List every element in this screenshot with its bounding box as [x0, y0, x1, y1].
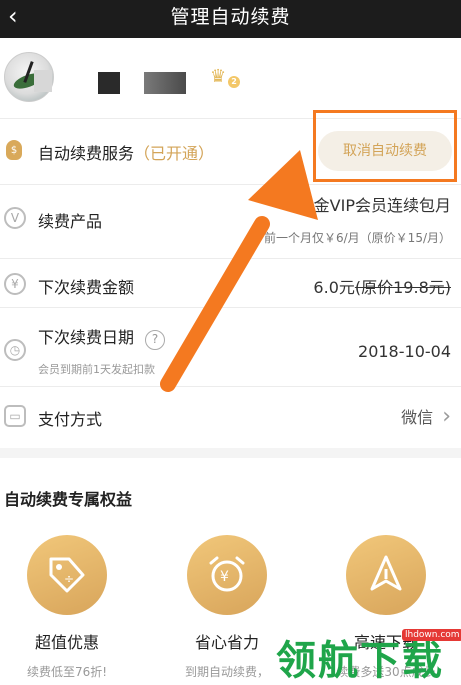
vip-icon: V	[4, 207, 26, 229]
vip-level-badge: 2	[228, 76, 240, 88]
section-gap	[0, 448, 461, 458]
alarm-clock-icon: ¥	[187, 535, 267, 615]
watermark-site: lhdown.com	[402, 629, 461, 641]
chevron-right-icon: ›	[442, 404, 451, 429]
rocket-icon	[346, 535, 426, 615]
username-redacted	[34, 70, 52, 92]
wallet-icon: ▭	[4, 405, 26, 427]
payment-label: 支付方式	[38, 410, 103, 429]
yen-icon: ¥	[4, 273, 26, 295]
help-icon[interactable]: ?	[145, 330, 166, 350]
page-title: 管理自动续费	[170, 6, 291, 28]
username-redacted	[98, 72, 120, 94]
date-sub: 会员到期前1天发起扣款	[38, 363, 155, 376]
product-value: 黄金VIP会员连续包月	[297, 196, 451, 215]
discount-tag-icon: ÷	[27, 535, 107, 615]
username-redacted	[144, 72, 186, 94]
divider	[0, 307, 461, 308]
date-value: 2018-10-04	[358, 342, 451, 361]
amount-value: 6.0元(原价19.8元)	[313, 278, 451, 297]
service-label: 自动续费服务（已开通）	[38, 144, 215, 163]
divider	[0, 258, 461, 259]
benefit-desc: 续费低至76折!	[26, 665, 108, 679]
amount-original: (原价19.8元)	[354, 278, 451, 297]
clock-icon: ◷	[4, 339, 26, 361]
benefit-item[interactable]: ÷ 超值优惠 续费低至76折!	[0, 535, 142, 680]
payment-method[interactable]: 微信 ›	[401, 404, 451, 429]
benefit-title: 超值优惠	[34, 633, 99, 652]
product-label: 续费产品	[38, 212, 103, 231]
date-label: 下次续费日期 ?	[38, 324, 166, 350]
top-bar: ‹ 管理自动续费	[0, 0, 461, 38]
money-bag-icon: $	[6, 140, 22, 160]
svg-text:¥: ¥	[220, 569, 229, 585]
product-sub: 前一个月仅￥6/月（原价￥15/月）	[264, 231, 451, 245]
amount-label: 下次续费金额	[38, 278, 135, 297]
service-status: （已开通）	[134, 144, 215, 163]
svg-text:÷: ÷	[64, 572, 74, 586]
vip-crown-icon: ♛ 2	[210, 66, 240, 88]
user-info: ♛ 2	[0, 38, 461, 118]
divider	[0, 386, 461, 387]
annotation-highlight-box	[313, 110, 457, 182]
divider	[0, 184, 461, 185]
benefits-title: 自动续费专属权益	[4, 490, 133, 509]
